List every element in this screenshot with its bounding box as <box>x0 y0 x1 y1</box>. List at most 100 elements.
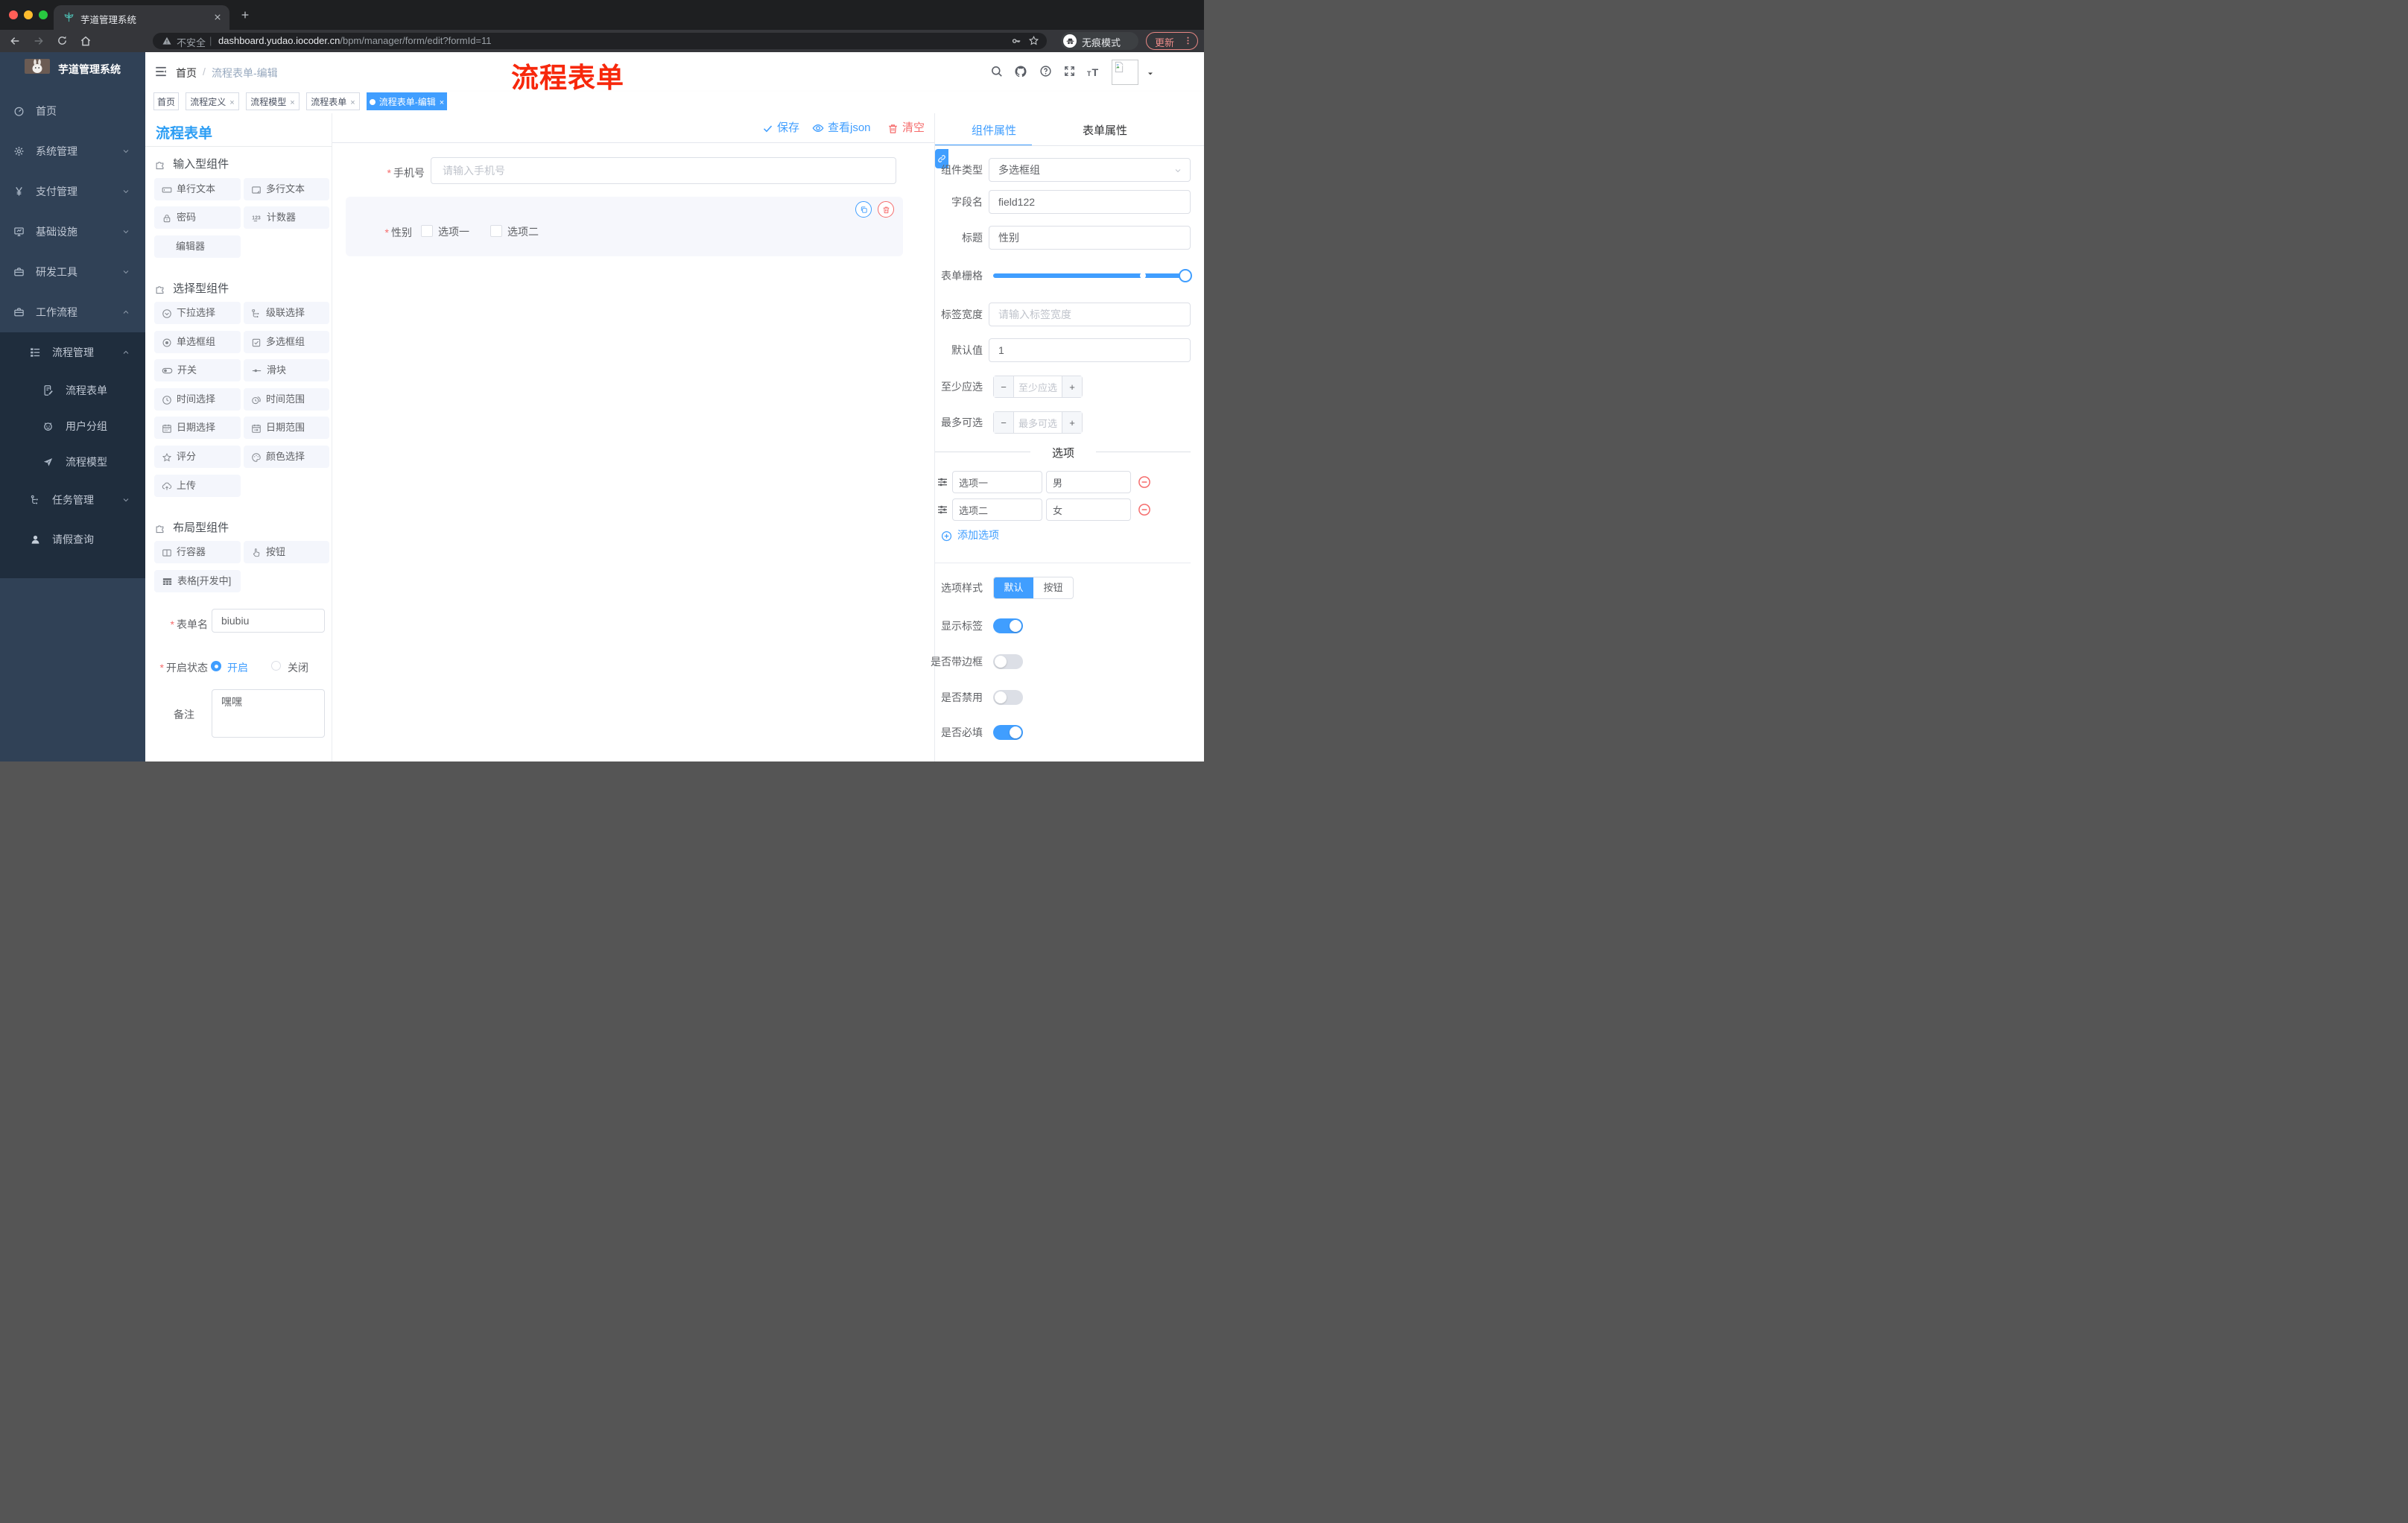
form-grid-slider[interactable] <box>993 269 1192 282</box>
view-json-button[interactable]: 查看json <box>812 121 871 136</box>
sidebar-item-infrastructure[interactable]: 基础设施 <box>0 212 145 252</box>
delete-component-button[interactable] <box>878 201 894 218</box>
max-select-stepper[interactable]: − 最多可选 + <box>993 411 1083 434</box>
form-name-input[interactable] <box>212 609 325 633</box>
disabled-toggle[interactable] <box>993 690 1023 705</box>
palette-item-password[interactable]: 密码 <box>154 206 241 229</box>
option-1-label-input[interactable] <box>952 471 1042 493</box>
sidebar-item-process-form[interactable]: 流程表单 <box>0 373 145 408</box>
component-type-select[interactable]: 多选框组 <box>989 158 1191 182</box>
stepper-plus-button[interactable]: + <box>1062 412 1082 433</box>
bookmark-star-icon[interactable] <box>1028 35 1039 46</box>
stepper-value[interactable]: 至少应选 <box>1013 376 1062 397</box>
checkbox-unchecked[interactable] <box>490 225 502 237</box>
sidebar-item-leave-query[interactable]: 请假查询 <box>0 520 145 559</box>
option-style-segment[interactable]: 默认 按钮 <box>993 577 1074 599</box>
stepper-minus-button[interactable]: − <box>994 376 1013 397</box>
tag-close-icon[interactable]: × <box>350 98 355 107</box>
palette-item-rate[interactable]: 评分 <box>154 446 241 468</box>
sidebar-item-process-management[interactable]: 流程管理 <box>0 332 145 373</box>
macos-zoom-button[interactable] <box>39 10 48 19</box>
palette-item-switch[interactable]: 开关 <box>154 359 241 381</box>
tab-home[interactable]: 首页 <box>153 92 179 110</box>
search-icon[interactable] <box>990 65 1003 77</box>
tag-close-icon[interactable]: × <box>440 98 444 107</box>
stepper-value[interactable]: 最多可选 <box>1013 412 1062 433</box>
copy-component-button[interactable] <box>855 201 872 218</box>
phone-input[interactable] <box>431 157 896 184</box>
drag-handle-icon[interactable] <box>937 476 948 488</box>
back-icon[interactable] <box>9 35 21 47</box>
clear-button[interactable]: 清空 <box>887 121 925 136</box>
tab-process-model[interactable]: 流程模型 × <box>246 92 300 110</box>
palette-item-table-dev[interactable]: 表格[开发中] <box>154 570 241 592</box>
sidebar-item-dev-tools[interactable]: 研发工具 <box>0 252 145 292</box>
key-icon[interactable] <box>1011 36 1021 46</box>
sidebar-item-home[interactable]: 首页 <box>0 91 145 131</box>
status-off-radio[interactable] <box>271 661 281 671</box>
sidebar-item-system-management[interactable]: 系统管理 <box>0 131 145 171</box>
sidebar-item-user-group[interactable]: 用户分组 <box>0 408 145 444</box>
palette-item-row-container[interactable]: 行容器 <box>154 541 241 563</box>
home-icon[interactable] <box>80 35 92 47</box>
option-1-value-input[interactable] <box>1046 471 1131 493</box>
default-value-input[interactable] <box>989 338 1191 362</box>
remark-textarea[interactable]: 嘿嘿 <box>212 689 325 738</box>
sidebar-item-process-model[interactable]: 流程模型 <box>0 444 145 480</box>
tab-process-form-edit[interactable]: 流程表单-编辑 × <box>367 92 447 110</box>
palette-item-radio-group[interactable]: 单选框组 <box>154 331 241 353</box>
title-input[interactable] <box>989 226 1191 250</box>
palette-item-editor[interactable]: 编辑器 <box>154 235 241 258</box>
url-bar[interactable]: 不安全 | dashboard.yudao.iocoder.cn/bpm/man… <box>153 33 1047 49</box>
palette-item-upload[interactable]: 上传 <box>154 475 241 497</box>
palette-item-counter[interactable]: 计数器 <box>244 206 329 229</box>
palette-item-cascader[interactable]: 级联选择 <box>244 302 329 324</box>
browser-menu-dots-icon[interactable] <box>1183 36 1193 45</box>
checkbox-unchecked[interactable] <box>421 225 433 237</box>
palette-item-multi-line-text[interactable]: 多行文本 <box>244 178 329 200</box>
save-button[interactable]: 保存 <box>762 121 799 136</box>
gender-option-2[interactable]: 选项二 <box>490 224 539 239</box>
option-2-label-input[interactable] <box>952 498 1042 521</box>
reload-icon[interactable] <box>57 35 68 46</box>
browser-tab[interactable]: 芋道管理系统 <box>54 5 229 30</box>
label-width-input[interactable] <box>989 303 1191 326</box>
style-default-button[interactable]: 默认 <box>994 577 1033 598</box>
style-button-button[interactable]: 按钮 <box>1033 577 1073 598</box>
tab-component-props[interactable]: 组件属性 <box>972 122 1016 138</box>
add-option-button[interactable]: 添加选项 <box>941 528 999 542</box>
remove-option-icon[interactable] <box>1138 475 1151 489</box>
new-tab-icon[interactable] <box>240 10 250 20</box>
palette-item-button[interactable]: 按钮 <box>244 541 329 563</box>
tab-form-props[interactable]: 表单属性 <box>1083 122 1127 138</box>
min-select-stepper[interactable]: − 至少应选 + <box>993 376 1083 398</box>
tag-close-icon[interactable]: × <box>229 98 234 107</box>
border-toggle[interactable] <box>993 654 1023 669</box>
macos-close-button[interactable] <box>9 10 18 19</box>
tab-process-form[interactable]: 流程表单 × <box>306 92 360 110</box>
stepper-minus-button[interactable]: − <box>994 412 1013 433</box>
sidebar-item-task-management[interactable]: 任务管理 <box>0 480 145 520</box>
forward-icon[interactable] <box>33 35 45 47</box>
field-name-input[interactable] <box>989 190 1191 214</box>
status-on-radio[interactable] <box>211 661 221 671</box>
sidebar-item-workflow[interactable]: 工作流程 <box>0 292 145 332</box>
palette-item-time-picker[interactable]: 时间选择 <box>154 388 241 411</box>
palette-item-select[interactable]: 下拉选择 <box>154 302 241 324</box>
palette-item-color-picker[interactable]: 颜色选择 <box>244 446 329 468</box>
selected-component-gender[interactable]: * 性别 选项一 选项二 <box>346 197 903 256</box>
palette-item-date-picker[interactable]: 日期选择 <box>154 417 241 439</box>
avatar[interactable] <box>1112 60 1138 85</box>
macos-minimize-button[interactable] <box>24 10 33 19</box>
palette-item-single-line-text[interactable]: 单行文本 <box>154 178 241 200</box>
option-2-value-input[interactable] <box>1046 498 1131 521</box>
palette-item-date-range[interactable]: 日期范围 <box>244 417 329 439</box>
sidebar-collapse-icon[interactable] <box>154 65 168 78</box>
tab-process-definition[interactable]: 流程定义 × <box>186 92 239 110</box>
slider-handle[interactable] <box>1179 269 1192 282</box>
stepper-plus-button[interactable]: + <box>1062 376 1082 397</box>
gender-option-1[interactable]: 选项一 <box>421 224 469 239</box>
font-size-icon[interactable] <box>1086 65 1101 80</box>
tab-close-icon[interactable] <box>213 13 222 22</box>
update-button[interactable]: 更新 <box>1146 32 1198 50</box>
